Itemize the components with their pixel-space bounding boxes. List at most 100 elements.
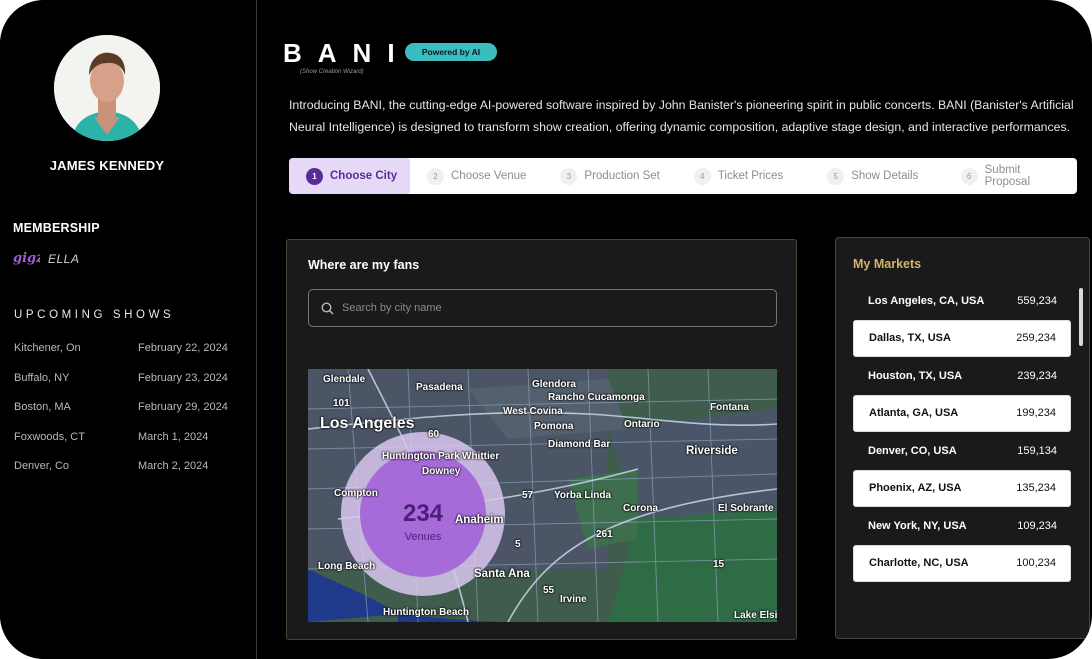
step-label: Production Set (584, 170, 660, 182)
brand-subtitle: (Show Creation Wizard) (300, 69, 364, 75)
market-row[interactable]: Dallas, TX, USA 259,234 (853, 319, 1071, 357)
market-value: 100,234 (1016, 557, 1056, 570)
step-number: 5 (827, 167, 845, 185)
map-label: 60 (428, 429, 440, 440)
markets-scrollbar[interactable] (1079, 288, 1083, 346)
svg-text:gigz: gigz (13, 251, 40, 266)
map-label: 57 (522, 490, 534, 501)
step-label: Ticket Prices (717, 170, 784, 182)
list-item[interactable]: Buffalo, NY February 23, 2024 (14, 372, 244, 402)
sidebar: JAMES KENNEDY MEMBERSHIP gigz ELLA UPCOM… (0, 0, 257, 659)
show-city: Kitchener, On (14, 342, 81, 354)
map-label: West Covina (503, 406, 563, 417)
map-label: Irvine (560, 594, 587, 605)
search-icon (321, 301, 334, 314)
gigz-logo: gigz (13, 251, 40, 266)
step-ticket-prices[interactable]: 4 Ticket Prices (677, 158, 810, 194)
step-choose-venue[interactable]: 2 Choose Venue (410, 158, 543, 194)
show-date: March 2, 2024 (138, 460, 209, 473)
list-item[interactable]: Foxwoods, CT March 1, 2024 (14, 431, 244, 461)
map-label: Ontario (624, 419, 660, 430)
step-label: Submit Proposal (984, 164, 1031, 188)
user-name: JAMES KENNEDY (49, 158, 165, 173)
market-row[interactable]: New York, NY, USA 109,234 (853, 507, 1071, 545)
map-label: Whittier (462, 451, 500, 462)
step-label: Choose Venue (451, 170, 527, 182)
show-city: Foxwoods, CT (14, 430, 85, 443)
step-number: 4 (693, 167, 711, 185)
map-label: Corona (623, 503, 658, 514)
map-label: 55 (543, 585, 555, 596)
market-value: 559,234 (1017, 294, 1057, 307)
market-city: Dallas, TX, USA (869, 332, 951, 345)
step-label: Show Details (851, 170, 919, 182)
markets-panel: My Markets Los Angeles, CA, USA 559,234 D… (835, 237, 1090, 639)
fans-panel: Where are my fans Search by city name Gl… (286, 239, 797, 640)
market-row[interactable]: Atlanta, GA, USA 199,234 (853, 394, 1071, 432)
list-item[interactable]: Boston, MA February 29, 2024 (14, 401, 244, 431)
step-production-set[interactable]: 3 Production Set (543, 158, 676, 194)
list-item[interactable]: Denver, Co March 2, 2024 (14, 460, 244, 490)
brand-title: BANI (283, 38, 411, 68)
show-city: Boston, MA (14, 401, 71, 414)
market-value: 259,234 (1016, 332, 1056, 345)
map-label: 15 (713, 559, 725, 570)
market-value: 135,234 (1016, 482, 1056, 495)
map-label: Pasadena (416, 382, 463, 393)
market-city: Denver, CO, USA (868, 444, 957, 457)
market-city: New York, NY, USA (868, 519, 967, 532)
step-number: 6 (960, 167, 978, 185)
fans-panel-title: Where are my fans (308, 258, 420, 272)
markets-title: My Markets (853, 257, 922, 271)
market-row[interactable]: Houston, TX, USA 239,234 (853, 357, 1071, 395)
powered-by-ai-badge: Powered by AI (405, 43, 497, 61)
show-date: February 22, 2024 (138, 342, 228, 354)
market-city: Los Angeles, CA, USA (868, 294, 985, 307)
wizard-steps: 1 Choose City 2 Choose Venue 3 Production S… (289, 158, 1077, 194)
list-item[interactable]: Kitchener, On February 22, 2024 (14, 342, 244, 372)
map-label: Pomona (534, 421, 574, 432)
market-city: Charlotte, NC, USA (869, 557, 969, 570)
map-label: Rancho Cucamonga (548, 392, 645, 403)
map-label: Huntington Park (382, 451, 460, 462)
upcoming-shows-title: UPCOMING SHOWS (14, 309, 175, 321)
market-row[interactable]: Los Angeles, CA, USA 559,234 (853, 282, 1071, 320)
market-value: 239,234 (1017, 369, 1057, 382)
step-choose-city[interactable]: 1 Choose City (289, 158, 410, 194)
market-row[interactable]: Phoenix, AZ, USA 135,234 (853, 469, 1071, 507)
market-value: 109,234 (1017, 519, 1057, 532)
show-city: Denver, Co (14, 460, 70, 473)
map-label: Huntington Beach (383, 607, 470, 618)
map-label: Santa Ana (474, 568, 530, 580)
step-show-details[interactable]: 5 Show Details (810, 158, 943, 194)
venue-count: 234 (402, 500, 444, 527)
upcoming-shows-list: Kitchener, On February 22, 2024 Buffalo, … (14, 342, 244, 490)
app-window: JAMES KENNEDY MEMBERSHIP gigz ELLA UPCOM… (0, 0, 1092, 659)
step-number: 2 (427, 167, 444, 185)
map-label: Yorba Linda (554, 490, 612, 501)
membership-tier: ELLA (48, 252, 80, 266)
venue-label: Venues (404, 531, 442, 543)
city-search (308, 289, 777, 327)
market-row[interactable]: Charlotte, NC, USA 100,234 (853, 544, 1071, 582)
map-label: Los Angeles (320, 415, 415, 432)
map-label: Riverside (686, 445, 738, 457)
avatar[interactable] (54, 35, 160, 141)
membership-row: gigz ELLA (12, 248, 79, 270)
step-number: 1 (306, 167, 323, 185)
market-value: 159,134 (1017, 444, 1057, 457)
show-date: February 23, 2024 (138, 371, 228, 384)
membership-title: MEMBERSHIP (13, 221, 100, 235)
map-label: Fontana (710, 402, 749, 413)
fan-map[interactable]: Glendale Pasadena Glendora Rancho Cucamo… (308, 369, 777, 622)
map-label: 101 (333, 398, 350, 409)
show-date: February 29, 2024 (138, 401, 228, 414)
step-submit-proposal[interactable]: 6 Submit Proposal (944, 158, 1077, 194)
show-date: March 1, 2024 (138, 430, 209, 443)
market-city: Atlanta, GA, USA (869, 407, 959, 420)
market-row[interactable]: Denver, CO, USA 159,134 (853, 432, 1071, 470)
step-label: Choose City (330, 170, 398, 182)
search-input[interactable] (342, 302, 762, 314)
step-number: 3 (560, 167, 578, 185)
map-label: Downey (422, 466, 461, 477)
